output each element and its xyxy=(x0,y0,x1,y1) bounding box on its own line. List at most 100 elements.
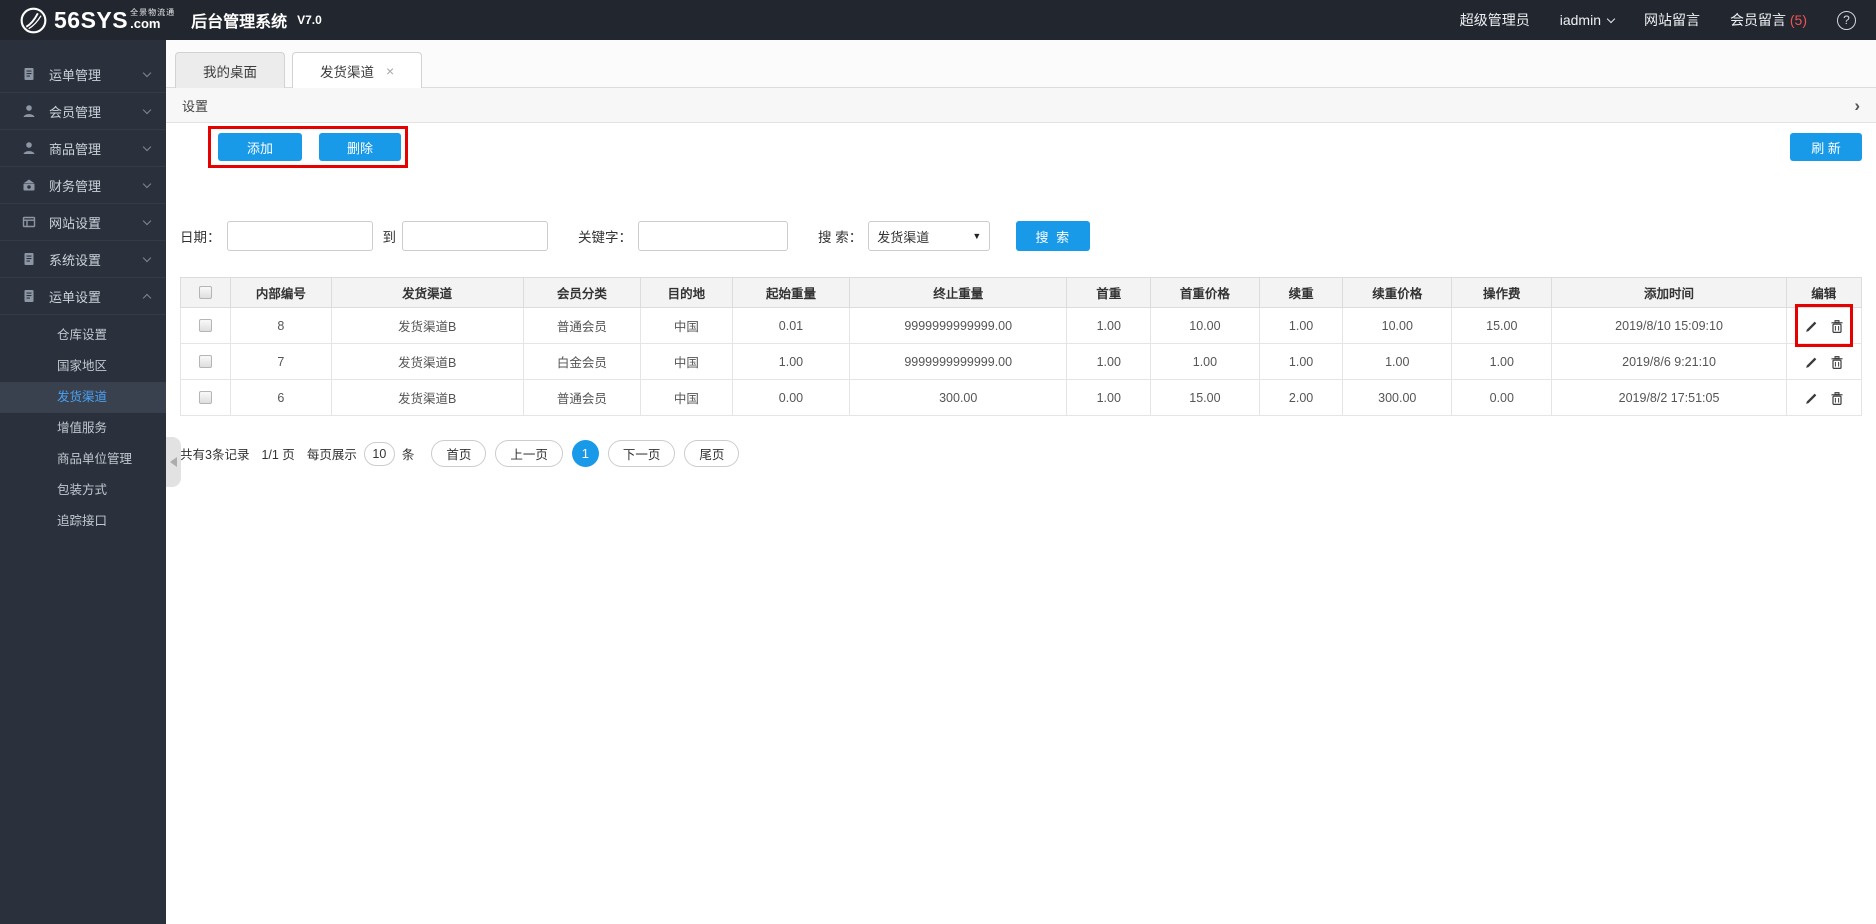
sidebar-item[interactable]: 运单管理 xyxy=(0,56,166,93)
current-page-button[interactable]: 1 xyxy=(571,440,599,467)
refresh-button[interactable]: 刷 新 xyxy=(1790,133,1862,161)
table-cell: 7 xyxy=(230,343,332,380)
chevron-down-icon xyxy=(142,142,152,151)
brand-name: 56SYS xyxy=(54,6,129,33)
app-title: 后台管理系统 xyxy=(191,14,288,31)
column-header[interactable]: 操作费 xyxy=(1451,277,1553,308)
doc-icon xyxy=(22,252,36,266)
sidebar-item[interactable]: 商品管理 xyxy=(0,130,166,167)
delete-button[interactable]: 删除 xyxy=(319,133,401,161)
username: iadmin xyxy=(1559,12,1601,28)
main-area: 我的桌面 发货渠道 × 设置 › 添加 删除 刷 新 日期： 到 关键字： 搜 … xyxy=(166,40,1876,924)
per-page-input[interactable] xyxy=(363,441,395,466)
table-cell: 1.00 xyxy=(1150,343,1260,380)
sidebar-subitem[interactable]: 商品单位管理 xyxy=(0,444,166,475)
search-type-select[interactable]: 发货渠道 ▼ xyxy=(868,221,991,251)
table-cell: 1.00 xyxy=(731,343,851,380)
row-checkbox[interactable] xyxy=(199,319,213,332)
sidebar-item[interactable]: 财务管理 xyxy=(0,167,166,204)
column-header[interactable]: 首重 xyxy=(1066,277,1152,308)
select-all-checkbox[interactable] xyxy=(199,286,213,299)
search-button[interactable]: 搜 索 xyxy=(1016,221,1091,251)
role-label: 超级管理员 xyxy=(1459,12,1530,28)
close-icon[interactable]: × xyxy=(386,64,394,78)
pagination: 共有3条记录 1/1 页 每页展示 条 首页 上一页 1 下一页 尾页 xyxy=(180,440,1862,467)
edit-cell xyxy=(1785,379,1863,416)
trash-icon[interactable] xyxy=(1831,355,1843,369)
panel-collapse-icon[interactable]: › xyxy=(1854,97,1860,114)
trash-icon[interactable] xyxy=(1831,391,1843,405)
table-cell: 6 xyxy=(230,379,332,416)
table-cell: 0.01 xyxy=(731,307,851,344)
date-from-input[interactable] xyxy=(226,221,373,251)
search-type-label: 搜 索： xyxy=(818,230,863,245)
user-menu[interactable]: iadmin xyxy=(1559,12,1616,28)
table-cell: 2.00 xyxy=(1258,379,1344,416)
table-cell: 8 xyxy=(230,307,332,344)
sidebar-subitem[interactable]: 追踪接口 xyxy=(0,506,166,537)
edit-pencil-icon[interactable] xyxy=(1805,356,1818,369)
site-messages-link[interactable]: 网站留言 xyxy=(1644,10,1700,30)
brand: 56SYS 全景物流通 .com xyxy=(20,7,175,34)
sidebar-submenu: 仓库设置 国家地区 发货渠道 增值服务 商品单位管理 包装方式 追踪接口 xyxy=(0,315,166,544)
add-button[interactable]: 添加 xyxy=(218,133,302,161)
sidebar-collapse-handle[interactable] xyxy=(166,437,181,487)
table-cell: 300.00 xyxy=(1342,379,1453,416)
sidebar-subitem[interactable]: 增值服务 xyxy=(0,413,166,444)
panel-title: 设置 xyxy=(182,98,209,114)
prev-page-button[interactable]: 上一页 xyxy=(495,440,563,467)
user-icon xyxy=(22,141,36,155)
sidebar-subitem[interactable]: 国家地区 xyxy=(0,351,166,382)
sidebar-subitem[interactable]: 包装方式 xyxy=(0,475,166,506)
sidebar-item[interactable]: 网站设置 xyxy=(0,204,166,241)
sidebar-subitem[interactable]: 发货渠道 xyxy=(0,382,166,413)
member-messages-link[interactable]: 会员留言 (5) xyxy=(1730,10,1807,30)
edit-pencil-icon[interactable] xyxy=(1805,392,1818,405)
table-cell: 10.00 xyxy=(1342,307,1453,344)
last-page-button[interactable]: 尾页 xyxy=(684,440,740,467)
table-cell: 中国 xyxy=(639,307,733,344)
sidebar-item[interactable]: 会员管理 xyxy=(0,93,166,130)
column-header[interactable]: 续重 xyxy=(1258,277,1344,308)
chevron-down-icon xyxy=(142,216,152,225)
sidebar-item[interactable]: 系统设置 xyxy=(0,241,166,278)
triangle-left-icon xyxy=(170,457,177,467)
table-cell: 0.00 xyxy=(731,379,851,416)
table-header-row: 内部编号 发货渠道 会员分类 目的地 起始重量 终止重量 首重 首重价格 续重 续重价格 操作费 添加… xyxy=(179,277,1863,308)
table-cell: 中国 xyxy=(639,343,733,380)
help-icon[interactable]: ? xyxy=(1837,10,1856,30)
column-header[interactable]: 内部编号 xyxy=(230,277,332,308)
date-to-input[interactable] xyxy=(402,221,548,251)
tabstrip: 我的桌面 发货渠道 × xyxy=(166,40,1876,88)
table-cell: 9999999999999.00 xyxy=(848,307,1068,344)
table-cell: 1.00 xyxy=(1258,343,1344,380)
column-header[interactable]: 发货渠道 xyxy=(330,277,524,308)
edit-pencil-icon[interactable] xyxy=(1805,320,1818,333)
column-header[interactable]: 添加时间 xyxy=(1551,277,1787,308)
tab-shipping-channel[interactable]: 发货渠道 × xyxy=(292,52,423,88)
table-cell: 发货渠道B xyxy=(330,307,524,344)
table-row: 8 发货渠道B 普通会员 中国 0.01 9999999999999.00 1.00 10.0… xyxy=(179,304,1863,347)
brand-sub: 全景物流通 .com xyxy=(130,7,176,32)
chevron-up-icon xyxy=(142,293,152,302)
sidebar-menu: 运单管理 会员管理 商品管理 财务管理 网站设置 系统设置 运单设置 仓库设置 国家地区 发货渠道… xyxy=(0,56,166,544)
trash-icon[interactable] xyxy=(1831,319,1843,333)
sidebar-item[interactable]: 运单设置 xyxy=(0,278,166,315)
tab-my-desktop[interactable]: 我的桌面 xyxy=(175,52,285,88)
table-cell: 发货渠道B xyxy=(330,343,524,380)
next-page-button[interactable]: 下一页 xyxy=(607,440,676,467)
column-header[interactable]: 终止重量 xyxy=(848,277,1068,308)
row-checkbox[interactable] xyxy=(199,355,213,368)
column-header[interactable]: 起始重量 xyxy=(731,277,851,308)
column-header[interactable]: 续重价格 xyxy=(1342,277,1453,308)
keyword-input[interactable] xyxy=(638,221,788,251)
column-header[interactable]: 目的地 xyxy=(639,277,733,308)
row-checkbox[interactable] xyxy=(199,391,213,404)
edit-cell xyxy=(1785,343,1863,380)
page-info: 1/1 页 xyxy=(261,448,295,462)
sidebar-subitem[interactable]: 仓库设置 xyxy=(0,320,166,351)
first-page-button[interactable]: 首页 xyxy=(431,440,487,467)
column-header[interactable]: 首重价格 xyxy=(1150,277,1260,308)
column-header[interactable]: 会员分类 xyxy=(522,277,641,308)
column-header[interactable]: 编辑 xyxy=(1785,277,1863,308)
